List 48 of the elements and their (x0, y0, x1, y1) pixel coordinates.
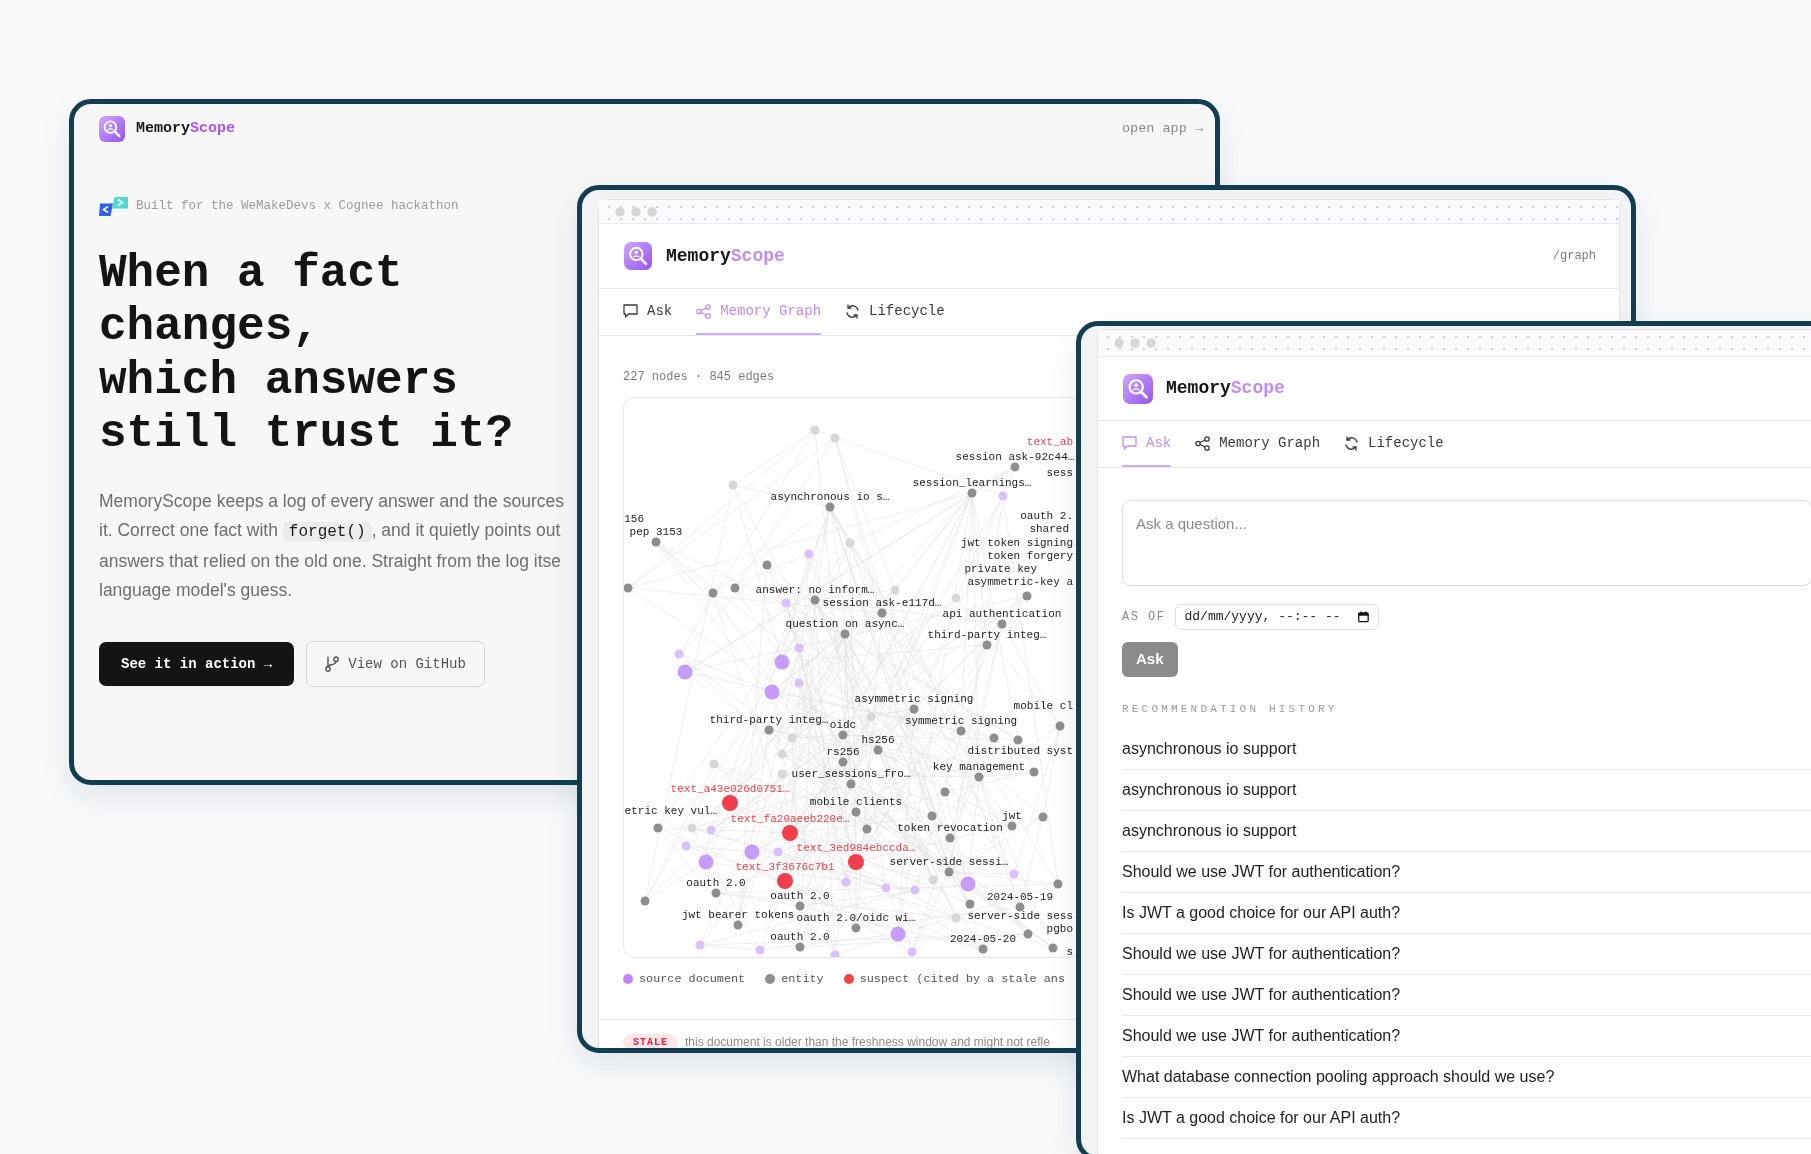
logo-icon (99, 116, 125, 142)
code-brackets-icon (99, 197, 128, 216)
question-field[interactable]: Ask a question... (1122, 500, 1811, 586)
tab[interactable]: Ask (623, 289, 673, 335)
chat-bubble-icon (1122, 436, 1137, 450)
tab[interactable]: Memory Graph (1195, 421, 1321, 467)
tab[interactable]: Lifecycle (845, 289, 945, 335)
refresh-icon (1344, 435, 1360, 451)
date-field[interactable]: dd/mm/yyyy, --:-- -- (1174, 604, 1379, 630)
share-icon (696, 303, 712, 319)
history-item[interactable]: Should we use JWT for authentication? (1122, 934, 1811, 975)
history-item[interactable]: Should we use JWT for authentication? (1122, 1016, 1811, 1057)
headline: When a fact changes, which answers still trust it? (99, 247, 514, 462)
tab[interactable]: Lifecycle (1344, 421, 1444, 467)
history-item[interactable]: Should we use JWT for authentication? (1122, 852, 1811, 893)
outline-button[interactable]: View on GitHub (306, 641, 485, 688)
route-label: /graph (1552, 248, 1596, 265)
history-item[interactable]: Should we use JWT for authentication? (1122, 975, 1811, 1016)
legend-label: source document (639, 972, 746, 986)
logo-icon (624, 242, 652, 270)
chat-bubble-icon (623, 304, 638, 318)
description: MemoryScope keeps a log of every answer and the sources it. Correct one fact with forget() , and it quietly points out answers that relied on the old one. Straight from the log itse language model's guess. (99, 489, 564, 603)
legend-label: entity (781, 972, 824, 986)
window-dots-icon (615, 206, 657, 217)
notice-text: this document is older than the freshness window and might not refle (685, 1034, 1050, 1048)
legend-label: suspect (cited by a stale ans (859, 972, 1065, 986)
as-of-label: AS OF (1122, 609, 1166, 626)
brand-name: MemoryScope (1166, 377, 1285, 400)
history-item[interactable]: asynchronous io support (1122, 770, 1811, 811)
brand-name: MemoryScope (136, 118, 236, 139)
graph-stats: 227 nodes · 845 edges (623, 370, 775, 384)
history-item[interactable]: asynchronous io support (1122, 729, 1811, 770)
calendar-icon[interactable] (1357, 611, 1369, 623)
history-item[interactable]: What database connection pooling approach should we use? (1122, 1057, 1811, 1098)
primary-button[interactable]: See it in action → (99, 642, 295, 687)
stale-badge: STALE (623, 1033, 678, 1048)
history-item[interactable]: Is JWT a good choice for our API auth? (1122, 1098, 1811, 1139)
logo-icon (1123, 373, 1153, 404)
brand-name: MemoryScope (666, 244, 785, 268)
history-item[interactable]: asynchronous io support (1122, 811, 1811, 852)
window-dots-icon (1114, 338, 1156, 348)
history-item[interactable]: Is JWT a good choice for our API auth? (1122, 893, 1811, 934)
share-icon (1195, 435, 1211, 451)
branch-icon (325, 656, 340, 673)
hackathon-note: Built for the WeMakeDevs x Cognee hackathon (136, 198, 459, 216)
section-title: RECOMMENDATION HISTORY (1122, 703, 1338, 715)
node-label: s (1066, 946, 1073, 957)
refresh-icon (845, 303, 861, 319)
